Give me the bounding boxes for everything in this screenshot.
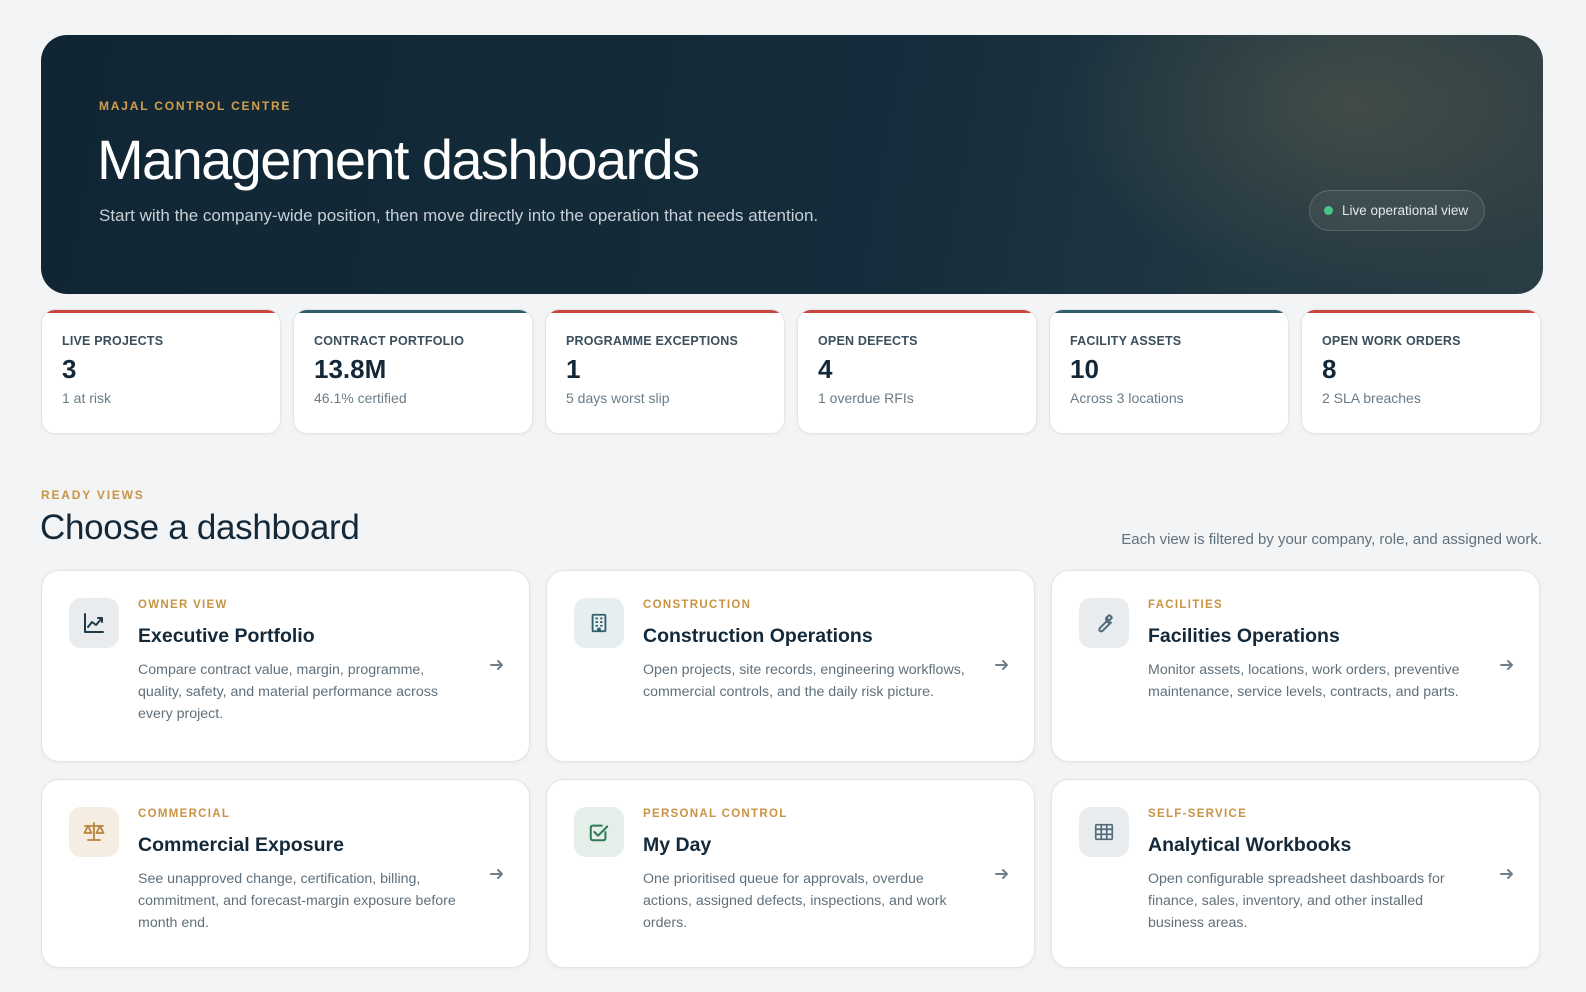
wrench-icon (1079, 598, 1129, 648)
hero-banner: MAJAL CONTROL CENTRE Management dashboar… (41, 35, 1543, 294)
kpi-open-defects[interactable]: OPEN DEFECTS 4 1 overdue RFIs (797, 309, 1037, 434)
kpi-note: 1 overdue RFIs (818, 390, 914, 406)
kpi-note: 46.1% certified (314, 390, 407, 406)
arrow-right-icon (995, 869, 1008, 879)
card-title: Commercial Exposure (138, 834, 344, 856)
kpi-note: 1 at risk (62, 390, 112, 406)
card-description: Open projects, site records, engineering… (643, 662, 965, 700)
checkbox-icon (574, 807, 624, 857)
kpi-value: 13.8M (314, 354, 387, 384)
kpi-note: 5 days worst slip (566, 390, 670, 406)
table-icon (1079, 807, 1129, 857)
live-dot-icon (1324, 206, 1333, 215)
dashboard-card-analytical-workbooks[interactable]: SELF-SERVICE Analytical Workbooks Open c… (1051, 779, 1540, 968)
kpi-facility-assets[interactable]: FACILITY ASSETS 10 Across 3 locations (1049, 309, 1289, 434)
card-eyebrow: CONSTRUCTION (643, 599, 752, 611)
card-description: Monitor assets, locations, work orders, … (1148, 662, 1460, 700)
page-title: Management dashboards (97, 128, 700, 191)
kpi-value: 3 (62, 354, 77, 384)
kpi-label: FACILITY ASSETS (1070, 334, 1182, 348)
card-eyebrow: COMMERCIAL (138, 808, 231, 820)
trend-chart-icon (69, 598, 119, 648)
dashboard-card-construction-operations[interactable]: CONSTRUCTION Construction Operations Ope… (546, 570, 1035, 762)
kpi-live-projects[interactable]: LIVE PROJECTS 3 1 at risk (41, 309, 281, 434)
arrow-right-icon (490, 660, 503, 670)
building-icon (574, 598, 624, 648)
live-status-label: Live operational view (1342, 203, 1469, 218)
kpi-label: PROGRAMME EXCEPTIONS (566, 334, 739, 348)
dashboard-card-commercial-exposure[interactable]: COMMERCIAL Commercial Exposure See unapp… (41, 779, 530, 968)
kpi-label: LIVE PROJECTS (62, 334, 164, 348)
card-description: See unapproved change, certification, bi… (138, 871, 456, 931)
dashboard-card-facilities-operations[interactable]: FACILITIES Facilities Operations Monitor… (1051, 570, 1540, 762)
card-eyebrow: PERSONAL CONTROL (643, 808, 788, 820)
section-eyebrow: READY VIEWS (41, 488, 145, 502)
card-description: One prioritised queue for approvals, ove… (643, 871, 947, 931)
kpi-label: OPEN WORK ORDERS (1322, 334, 1461, 348)
kpi-value: 1 (566, 354, 581, 384)
kpi-value: 10 (1070, 354, 1099, 384)
card-title: Construction Operations (643, 625, 873, 647)
kpi-note: 2 SLA breaches (1322, 390, 1421, 406)
card-eyebrow: SELF-SERVICE (1148, 808, 1248, 820)
card-eyebrow: FACILITIES (1148, 599, 1223, 611)
arrow-right-icon (995, 660, 1008, 670)
card-eyebrow: OWNER VIEW (138, 599, 228, 611)
kpi-open-work-orders[interactable]: OPEN WORK ORDERS 8 2 SLA breaches (1301, 309, 1541, 434)
arrow-right-icon (1500, 660, 1513, 670)
kpi-value: 4 (818, 354, 833, 384)
kpi-label: CONTRACT PORTFOLIO (314, 334, 465, 348)
kpi-label: OPEN DEFECTS (818, 334, 918, 348)
hero-subtitle: Start with the company-wide position, th… (99, 206, 819, 225)
card-title: Analytical Workbooks (1148, 834, 1352, 856)
section-title: Choose a dashboard (40, 508, 360, 547)
card-title: Facilities Operations (1148, 625, 1340, 647)
card-title: Executive Portfolio (138, 625, 315, 647)
section-note: Each view is filtered by your company, r… (1121, 531, 1542, 548)
arrow-right-icon (490, 869, 503, 879)
arrow-right-icon (1500, 869, 1513, 879)
dashboard-card-executive-portfolio[interactable]: OWNER VIEW Executive Portfolio Compare c… (41, 570, 530, 762)
card-description: Compare contract value, margin, programm… (138, 662, 438, 722)
kpi-programme-exceptions[interactable]: PROGRAMME EXCEPTIONS 1 5 days worst slip (545, 309, 785, 434)
card-title: My Day (643, 834, 712, 856)
scale-icon (69, 807, 119, 857)
kpi-note: Across 3 locations (1070, 390, 1184, 406)
kpi-contract-portfolio[interactable]: CONTRACT PORTFOLIO 13.8M 46.1% certified (293, 309, 533, 434)
dashboard-card-my-day[interactable]: PERSONAL CONTROL My Day One prioritised … (546, 779, 1035, 968)
hero-eyebrow: MAJAL CONTROL CENTRE (99, 99, 292, 113)
live-status-badge: Live operational view (1309, 190, 1485, 231)
kpi-value: 8 (1322, 354, 1337, 384)
card-description: Open configurable spreadsheet dashboards… (1148, 871, 1445, 931)
